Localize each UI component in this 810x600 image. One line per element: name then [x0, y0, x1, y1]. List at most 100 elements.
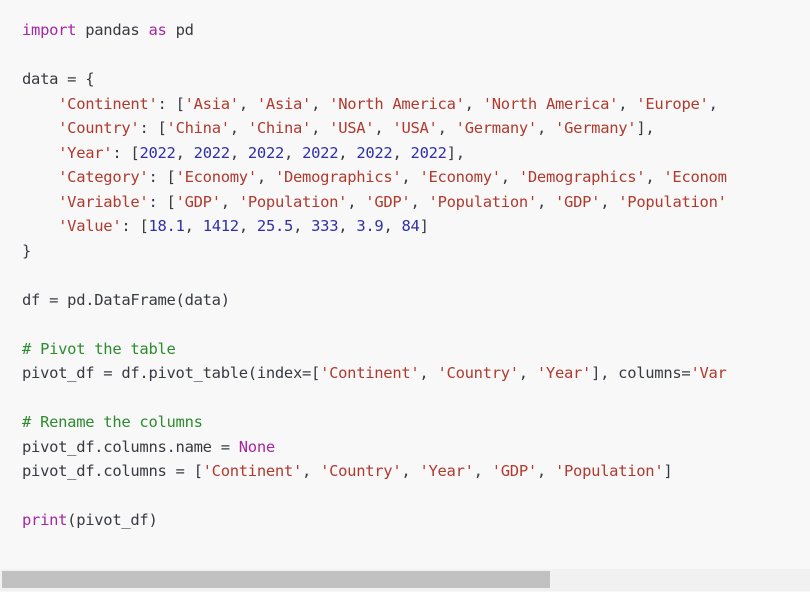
code-token: , — [708, 94, 727, 113]
code-token: pd — [166, 21, 194, 39]
code-token: , — [184, 217, 203, 235]
code-token: 'Econom — [663, 168, 727, 186]
code-token: 'North America' — [329, 94, 465, 113]
code-line: pivot_df = df.pivot_table(index=['Contin… — [22, 361, 727, 386]
code-token: : [ — [157, 94, 185, 113]
code-token: data = { — [22, 70, 95, 88]
code-token: 18.1 — [148, 217, 185, 235]
code-token: 'Economy' — [419, 168, 501, 186]
code-token: # Rename the columns — [22, 413, 203, 431]
code-token: as — [148, 21, 167, 39]
code-token: 'USA' — [329, 119, 375, 137]
code-token: 'Country' — [320, 462, 402, 480]
code-token: 2022 — [139, 143, 176, 162]
code-token: pivot_df = df.pivot_table(index=[ — [22, 364, 321, 382]
code-token: 'Year' — [58, 143, 113, 162]
code-token: 'Population' — [554, 462, 664, 480]
code-token: 3.9 — [356, 217, 384, 235]
code-token: 'China' — [247, 119, 312, 137]
code-line: df = pd.DataFrame(data) — [22, 288, 727, 313]
code-token: 'China' — [166, 119, 231, 137]
code-token: , — [410, 192, 429, 211]
code-token: , — [392, 143, 411, 162]
code-token: : [ — [148, 192, 176, 211]
code-token: , — [536, 462, 555, 480]
code-token: , — [645, 168, 664, 186]
code-line: 'Category': ['Economy', 'Demographics', … — [22, 165, 727, 190]
code-token: , — [618, 94, 637, 113]
code-token: : [ — [148, 168, 176, 186]
code-token: 'Germany' — [455, 119, 538, 137]
code-token: , — [175, 143, 194, 162]
code-token: , — [419, 364, 438, 382]
code-token: 'Category' — [58, 168, 149, 186]
code-token: , — [518, 364, 537, 382]
code-line: pivot_df.columns.name = None — [22, 435, 727, 460]
code-token: df = pd.DataFrame(data) — [22, 290, 230, 309]
code-token: , — [500, 168, 519, 186]
code-token: , — [338, 143, 357, 162]
code-token: 'Europe' — [636, 94, 709, 113]
code-token: , — [464, 94, 483, 113]
code-token: 25.5 — [256, 217, 294, 235]
code-token: , — [536, 119, 556, 137]
code-token: ], — [636, 119, 655, 137]
code-token: 2022 — [356, 143, 393, 162]
code-token: pivot_df.columns = [ — [22, 462, 203, 480]
code-token: 'GDP' — [555, 192, 601, 211]
code-token: , — [401, 168, 420, 186]
code-token: : [ — [112, 143, 140, 162]
code-token: (pivot_df) — [67, 511, 158, 529]
code-token: , — [374, 119, 393, 137]
code-token: , — [220, 192, 239, 211]
code-line: print(pivot_df) — [22, 508, 727, 533]
code-token: import — [22, 21, 77, 39]
code-line: 'Year': [2022, 2022, 2022, 2022, 2022, 2… — [22, 141, 727, 166]
code-token: 'Economy' — [175, 168, 258, 186]
code-token: 84 — [401, 217, 420, 235]
code-line: # Pivot the table — [22, 337, 727, 362]
code-content: import pandas as pd data = { 'Continent':… — [22, 18, 727, 533]
code-token: , — [347, 192, 366, 211]
code-token: 'Asia' — [256, 94, 312, 113]
code-token: , — [293, 217, 312, 235]
code-token: 'GDP' — [175, 192, 221, 211]
code-token: , — [229, 143, 248, 162]
code-token: , — [473, 462, 492, 480]
code-token: 'Var — [690, 364, 727, 382]
code-token: , — [238, 94, 257, 113]
code-token: 2022 — [193, 143, 230, 162]
code-line: data = { — [22, 67, 727, 92]
code-token: ] — [663, 462, 673, 480]
code-token: 'Variable' — [58, 192, 149, 211]
code-block: import pandas as pd data = { 'Continent':… — [0, 0, 810, 592]
code-token: , — [600, 192, 619, 211]
code-token: 'Year' — [419, 462, 474, 480]
scrollbar-thumb[interactable] — [2, 571, 551, 588]
code-token: 'Continent' — [320, 364, 420, 382]
code-line: pivot_df.columns = ['Continent', 'Countr… — [22, 459, 727, 484]
code-token: 2022 — [247, 143, 285, 162]
code-line: 'Country': ['China', 'China', 'USA', 'US… — [22, 116, 727, 141]
code-token: 'Population' — [238, 192, 348, 211]
code-token: 'North America' — [482, 94, 619, 113]
horizontal-scrollbar[interactable] — [0, 569, 810, 591]
code-token: } — [22, 241, 32, 260]
code-token: , — [238, 217, 257, 235]
code-token: , — [302, 462, 321, 480]
code-token: ], columns= — [591, 364, 691, 382]
code-token: ], — [446, 143, 465, 162]
code-token: # Pivot the table — [22, 339, 176, 358]
code-token: 'USA' — [392, 119, 438, 137]
code-token: , — [284, 143, 303, 162]
code-token: 2022 — [410, 143, 447, 162]
code-token: 'Continent' — [58, 94, 158, 113]
